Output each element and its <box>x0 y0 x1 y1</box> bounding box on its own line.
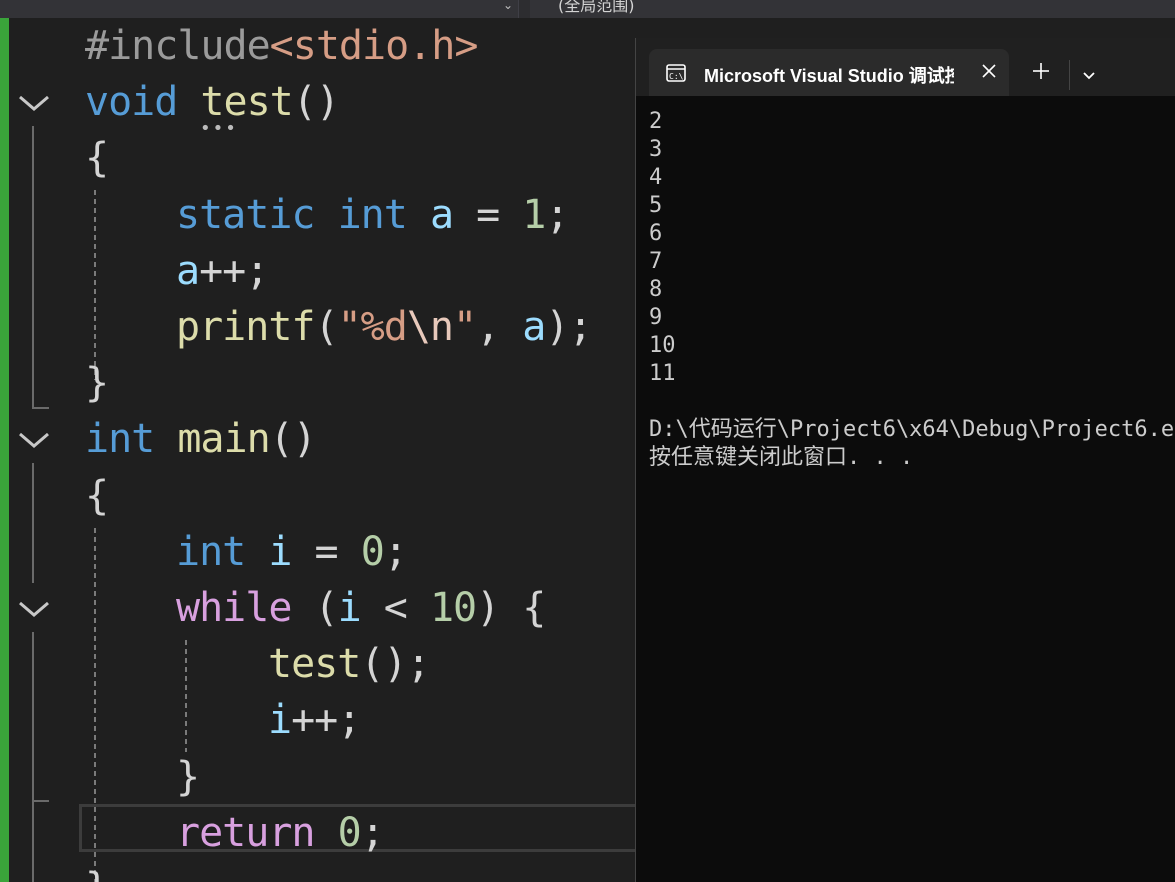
semicolon: ; <box>383 529 408 575</box>
fold-chevron-icon[interactable] <box>17 92 51 114</box>
tab-separator <box>1069 60 1070 90</box>
code-line-5: a++; <box>176 247 269 295</box>
scope-label: (全局范围) <box>558 0 635 15</box>
terminal-tab-bar: C:\ Microsoft Visual Studio 调试控制台 <box>636 38 1175 96</box>
quick-action-dots[interactable]: ••• <box>200 118 238 139</box>
keyword-void: void <box>85 79 178 125</box>
terminal-tab-title: Microsoft Visual Studio 调试控制台 <box>704 66 954 86</box>
keyword-int: int <box>85 416 155 462</box>
output-line: 3 <box>649 137 663 162</box>
escape-sequence: \n <box>406 304 454 350</box>
debug-console-window[interactable]: C:\ Microsoft Visual Studio 调试控制台 2 3 4 … <box>635 38 1175 882</box>
fold-region-line <box>32 126 34 408</box>
keyword-return: return <box>176 810 315 856</box>
operator: < <box>360 585 430 631</box>
fold-region-line <box>32 463 34 583</box>
output-line: 4 <box>649 165 663 190</box>
code-line-8: int main() <box>85 415 317 463</box>
navigation-bar: ⌄ (全局范围) <box>0 0 1175 18</box>
include-header: <stdio.h> <box>269 23 479 69</box>
preprocessor-directive: #include <box>85 23 271 69</box>
argument-a: a <box>522 304 546 350</box>
code-line-1: #include<stdio.h> <box>85 22 479 70</box>
chevron-down-icon[interactable] <box>1082 66 1096 85</box>
output-line: 11 <box>649 361 676 386</box>
plus-icon[interactable] <box>1032 62 1050 84</box>
keyword-int: int <box>176 529 246 575</box>
variable-i: i <box>268 697 292 743</box>
code-line-12: test(); <box>268 640 431 688</box>
fold-region-line <box>32 632 34 882</box>
indent-guide <box>185 640 187 752</box>
code-line-13: i++; <box>268 696 361 744</box>
keyword-while: while <box>176 585 292 631</box>
code-line-14: } <box>176 754 200 800</box>
code-line-3: { <box>85 135 109 181</box>
output-line: 6 <box>649 221 663 246</box>
variable-a: a <box>429 192 454 238</box>
variable-i: i <box>337 585 362 631</box>
string-literal: "%d <box>337 304 408 350</box>
number-literal: 0 <box>337 810 362 856</box>
fold-region-end <box>32 407 49 409</box>
parentheses: () <box>292 79 340 125</box>
number-literal: 1 <box>522 192 546 238</box>
increment-op: ++; <box>291 697 361 743</box>
console-icon: C:\ <box>666 64 686 86</box>
code-line-16: } <box>85 864 109 882</box>
close-icon[interactable] <box>981 63 997 83</box>
terminal-tab[interactable]: C:\ Microsoft Visual Studio 调试控制台 <box>649 49 1009 96</box>
output-line: 2 <box>649 109 663 134</box>
comma: , <box>476 304 523 350</box>
output-line: 10 <box>649 333 676 358</box>
code-line-6: printf("%d\n", a); <box>176 303 593 351</box>
project-dropdown[interactable] <box>0 0 519 18</box>
chevron-down-icon[interactable]: ⌄ <box>503 0 513 12</box>
change-tracking-bar <box>0 18 9 882</box>
function-call-test: test <box>268 641 361 687</box>
code-line-7: } <box>85 360 109 406</box>
code-line-15: return 0; <box>176 809 385 857</box>
parentheses: () <box>269 416 317 462</box>
close-paren-brace: ) { <box>476 585 546 631</box>
variable-a: a <box>176 248 200 294</box>
code-editor[interactable]: #include<stdio.h> void test () ••• { stat… <box>0 18 636 882</box>
fold-region-end <box>32 800 49 802</box>
output-line: 5 <box>649 193 663 218</box>
output-line: 7 <box>649 249 663 274</box>
code-line-10: int i = 0; <box>176 528 408 576</box>
string-close-quote: " <box>453 304 477 350</box>
output-line: 8 <box>649 277 663 302</box>
terminal-output: 2 3 4 5 6 7 8 9 10 11 D:\代码运行\Project6\x… <box>649 108 1175 472</box>
keyword-int: int <box>337 192 408 238</box>
number-literal: 10 <box>429 585 477 631</box>
semicolon: ; <box>545 192 569 238</box>
code-line-4: static int a = 1; <box>176 191 569 239</box>
svg-text:C:\: C:\ <box>669 72 684 81</box>
variable-i: i <box>268 529 292 575</box>
increment-op: ++; <box>199 248 269 294</box>
number-literal: 0 <box>360 529 385 575</box>
semicolon: ; <box>360 810 385 856</box>
code-line-9: { <box>85 473 109 519</box>
open-paren: ( <box>314 304 339 350</box>
operator: = <box>453 192 523 238</box>
close-paren: ); <box>545 304 592 350</box>
output-line: 9 <box>649 305 663 330</box>
call-parens: (); <box>360 641 430 687</box>
function-name-main[interactable]: main <box>177 416 270 462</box>
keyword-static: static <box>176 192 315 238</box>
code-line-11: while (i < 10) { <box>176 584 546 632</box>
open-paren: ( <box>291 585 339 631</box>
output-line: D:\代码运行\Project6\x64\Debug\Project6.exe <box>649 417 1175 442</box>
operator: = <box>291 529 361 575</box>
indent-guide <box>94 190 96 380</box>
function-call-printf: printf <box>176 304 315 350</box>
scope-dropdown[interactable]: (全局范围) <box>530 0 1175 18</box>
fold-chevron-icon[interactable] <box>17 429 51 451</box>
output-line: 按任意键关闭此窗口. . . <box>649 445 914 470</box>
fold-chevron-icon[interactable] <box>17 598 51 620</box>
